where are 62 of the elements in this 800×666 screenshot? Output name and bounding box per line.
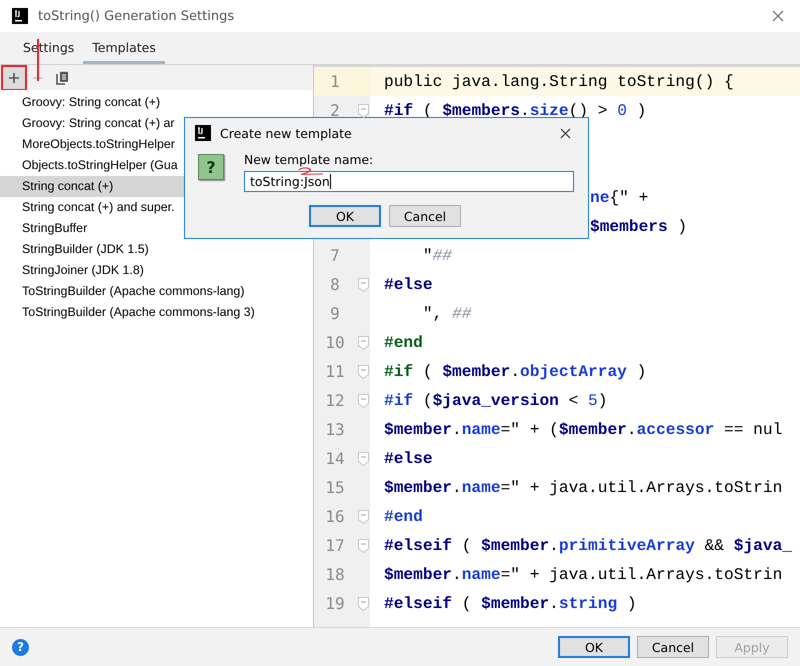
code-line: #end: [384, 334, 423, 352]
line-number: 19: [324, 594, 346, 613]
fold-icon[interactable]: [358, 538, 368, 552]
tab[interactable]: Templates: [83, 36, 165, 64]
template-item[interactable]: ToStringBuilder (Apache commons-lang): [0, 281, 313, 302]
fold-icon[interactable]: [358, 596, 368, 610]
window-title: toString() Generation Settings: [38, 8, 234, 24]
code-line: $member.name=" + java.util.Arrays.toStrin: [384, 566, 782, 584]
code-line: #else: [384, 450, 433, 468]
template-item[interactable]: StringJoiner (JDK 1.8): [0, 260, 313, 281]
line-number: 1: [329, 72, 341, 91]
add-icon: [8, 72, 20, 84]
line-number: 8: [329, 275, 341, 294]
line-number: 16: [324, 507, 346, 526]
code-line: #elseif ( $member.string ): [384, 594, 637, 612]
code-line: #if ( $member.objectArray ): [384, 362, 646, 380]
line-number: 12: [324, 391, 346, 410]
line-number: 2: [329, 101, 341, 120]
line-number: 17: [324, 536, 346, 555]
help-icon[interactable]: ?: [12, 638, 29, 656]
code-line: $member.name=" + ($member.accessor == nul: [384, 420, 782, 438]
code-line: $member.name=" + java.util.Arrays.toStrin: [384, 478, 782, 496]
line-number: 18: [324, 565, 346, 584]
question-icon: ?: [198, 154, 224, 180]
line-number: 10: [324, 333, 346, 352]
code-line: "##: [422, 246, 452, 264]
app-logo-icon: [195, 125, 211, 141]
line-number: 14: [324, 449, 346, 468]
cancel-button[interactable]: Cancel: [637, 636, 709, 658]
template-item[interactable]: StringBuilder (JDK 1.5): [0, 239, 313, 260]
add-button[interactable]: [3, 66, 25, 88]
fold-icon[interactable]: [358, 278, 368, 292]
line-number: 11: [324, 362, 346, 381]
template-item[interactable]: Groovy: String concat (+): [0, 92, 313, 113]
copy-icon: [56, 70, 68, 84]
ok-button[interactable]: OK: [558, 636, 630, 658]
code-line: $members ): [590, 218, 688, 236]
fold-icon[interactable]: [358, 510, 368, 524]
code-line: ne{" +: [590, 188, 648, 206]
fold-icon[interactable]: [358, 452, 368, 466]
line-number: 7: [329, 246, 341, 265]
close-icon[interactable]: [772, 10, 784, 22]
fold-icon[interactable]: [358, 336, 368, 350]
fold-icon[interactable]: [358, 364, 368, 378]
line-number: 13: [324, 420, 346, 439]
code-line: #if ($java_version < 5): [384, 392, 608, 410]
code-line: #end: [384, 508, 423, 526]
code-line: #else: [384, 276, 433, 294]
fold-icon[interactable]: [358, 104, 368, 118]
line-number: 15: [324, 478, 346, 497]
code-line: ", ##: [422, 304, 472, 322]
code-line: #elseif ( $member.primitiveArray && $java_: [384, 536, 792, 554]
template-name-field[interactable]: toString:Json: [244, 171, 574, 192]
ok-button[interactable]: OK: [309, 205, 381, 227]
fold-icon[interactable]: [358, 394, 368, 408]
template-item[interactable]: ToStringBuilder (Apache commons-lang 3): [0, 302, 313, 323]
close-icon[interactable]: [560, 128, 571, 138]
dialog-title: Create new template: [220, 126, 352, 140]
cancel-button[interactable]: Cancel: [389, 205, 461, 227]
line-number: 9: [329, 304, 341, 323]
field-label: New template name:: [244, 153, 374, 167]
code-line: public java.lang.String toString() {: [384, 72, 734, 90]
